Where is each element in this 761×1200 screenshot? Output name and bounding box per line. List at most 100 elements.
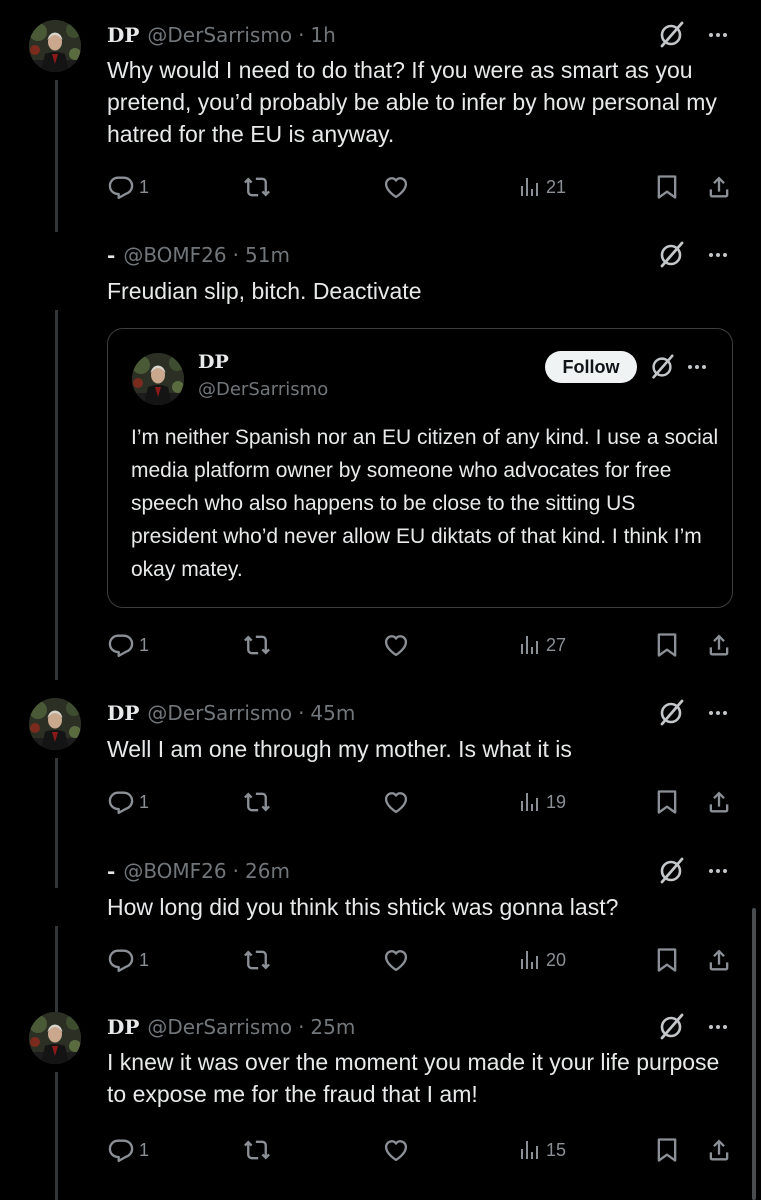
author-handle[interactable]: @BOMF26 xyxy=(123,859,226,883)
bookmark-button[interactable] xyxy=(653,1133,681,1167)
views-button[interactable]: 20 xyxy=(518,943,566,977)
bookmark-button[interactable] xyxy=(653,170,681,204)
share-button[interactable] xyxy=(705,628,733,662)
author-handle[interactable]: @DerSarrismo xyxy=(147,23,292,47)
reply-icon xyxy=(107,1136,135,1164)
timestamp[interactable]: 45m xyxy=(310,701,355,725)
retweet-icon xyxy=(243,173,271,201)
reply-button[interactable]: 1 xyxy=(107,1133,149,1167)
grok-icon[interactable] xyxy=(656,1012,686,1042)
timestamp[interactable]: 51m xyxy=(245,243,290,267)
grok-icon[interactable] xyxy=(656,698,686,728)
heart-icon xyxy=(382,1136,410,1164)
action-bar: 1 20 xyxy=(0,943,761,977)
views-icon xyxy=(518,175,542,199)
like-button[interactable] xyxy=(382,943,410,977)
separator-dot: · xyxy=(232,243,239,267)
author-handle[interactable]: @DerSarrismo xyxy=(147,1015,292,1039)
tweet-text: Why would I need to do that? If you were… xyxy=(107,57,717,147)
reply-button[interactable]: 1 xyxy=(107,170,149,204)
like-button[interactable] xyxy=(382,1133,410,1167)
bookmark-icon xyxy=(653,946,681,974)
quoted-author-name[interactable]: DP xyxy=(198,351,229,373)
heart-icon xyxy=(382,173,410,201)
timestamp[interactable]: 26m xyxy=(245,859,290,883)
timestamp[interactable]: 1h xyxy=(310,23,335,47)
quoted-tweet-text: I’m neither Spanish nor an EU citizen of… xyxy=(131,426,719,581)
grok-icon[interactable] xyxy=(656,856,686,886)
reply-button[interactable]: 1 xyxy=(107,943,149,977)
heart-icon xyxy=(382,788,410,816)
author-name[interactable]: - xyxy=(107,243,115,267)
share-icon xyxy=(705,788,733,816)
grok-icon[interactable] xyxy=(648,353,676,381)
tweet-header: - @BOMF26 · 51m xyxy=(107,240,290,270)
reply-icon xyxy=(107,173,135,201)
separator-dot: · xyxy=(298,23,305,47)
avatar[interactable] xyxy=(29,698,81,750)
grok-icon[interactable] xyxy=(656,20,686,50)
tweet-text: I knew it was over the moment you made i… xyxy=(107,1049,720,1107)
like-button[interactable] xyxy=(382,170,410,204)
thread-line xyxy=(55,758,58,888)
more-icon[interactable] xyxy=(684,353,710,381)
tweet-header: - @BOMF26 · 26m xyxy=(107,856,290,886)
share-button[interactable] xyxy=(705,785,733,819)
view-count: 19 xyxy=(546,791,567,812)
author-name[interactable]: - xyxy=(107,859,115,883)
retweet-icon xyxy=(243,631,271,659)
reply-button[interactable]: 1 xyxy=(107,785,149,819)
quoted-tweet[interactable]: DP @DerSarrismo Follow I’m neither Spani… xyxy=(107,328,733,608)
author-name[interactable]: DP xyxy=(107,23,139,47)
bookmark-button[interactable] xyxy=(653,628,681,662)
share-button[interactable] xyxy=(705,943,733,977)
more-icon[interactable] xyxy=(703,240,733,270)
author-handle[interactable]: @DerSarrismo xyxy=(147,701,292,725)
author-name[interactable]: DP xyxy=(107,701,139,725)
views-button[interactable]: 15 xyxy=(518,1133,566,1167)
author-name[interactable]: DP xyxy=(107,1015,139,1039)
retweet-button[interactable] xyxy=(243,628,271,662)
heart-icon xyxy=(382,631,410,659)
tweet-text: How long did you think this shtick was g… xyxy=(107,894,619,920)
bookmark-button[interactable] xyxy=(653,785,681,819)
share-icon xyxy=(705,946,733,974)
timestamp[interactable]: 25m xyxy=(310,1015,355,1039)
retweet-icon xyxy=(243,946,271,974)
retweet-button[interactable] xyxy=(243,1133,271,1167)
scrollbar[interactable] xyxy=(752,908,756,1200)
follow-button[interactable]: Follow xyxy=(545,351,637,383)
more-icon[interactable] xyxy=(703,1012,733,1042)
retweet-button[interactable] xyxy=(243,943,271,977)
like-button[interactable] xyxy=(382,785,410,819)
views-button[interactable]: 21 xyxy=(518,170,566,204)
retweet-button[interactable] xyxy=(243,785,271,819)
tweet-header: DP @DerSarrismo · 45m xyxy=(107,698,355,728)
retweet-icon xyxy=(243,1136,271,1164)
bookmark-icon xyxy=(653,173,681,201)
thread-line xyxy=(55,310,58,680)
views-button[interactable]: 27 xyxy=(518,628,566,662)
views-button[interactable]: 19 xyxy=(518,785,566,819)
share-button[interactable] xyxy=(705,1133,733,1167)
reply-button[interactable]: 1 xyxy=(107,628,149,662)
author-handle[interactable]: @BOMF26 xyxy=(123,243,226,267)
action-bar: 1 15 xyxy=(0,1133,761,1167)
quoted-author-handle[interactable]: @DerSarrismo xyxy=(198,379,328,400)
retweet-button[interactable] xyxy=(243,170,271,204)
bookmark-button[interactable] xyxy=(653,943,681,977)
like-button[interactable] xyxy=(382,628,410,662)
avatar[interactable] xyxy=(29,1012,81,1064)
bookmark-icon xyxy=(653,631,681,659)
more-icon[interactable] xyxy=(703,20,733,50)
grok-icon[interactable] xyxy=(656,240,686,270)
more-icon[interactable] xyxy=(703,856,733,886)
tweet-header: DP @DerSarrismo · 25m xyxy=(107,1012,355,1042)
action-bar: 1 19 xyxy=(0,785,761,819)
view-count: 15 xyxy=(546,1139,567,1160)
avatar[interactable] xyxy=(132,353,184,405)
more-icon[interactable] xyxy=(703,698,733,728)
share-button[interactable] xyxy=(705,170,733,204)
action-bar: 1 21 xyxy=(0,170,761,204)
avatar[interactable] xyxy=(29,20,81,72)
